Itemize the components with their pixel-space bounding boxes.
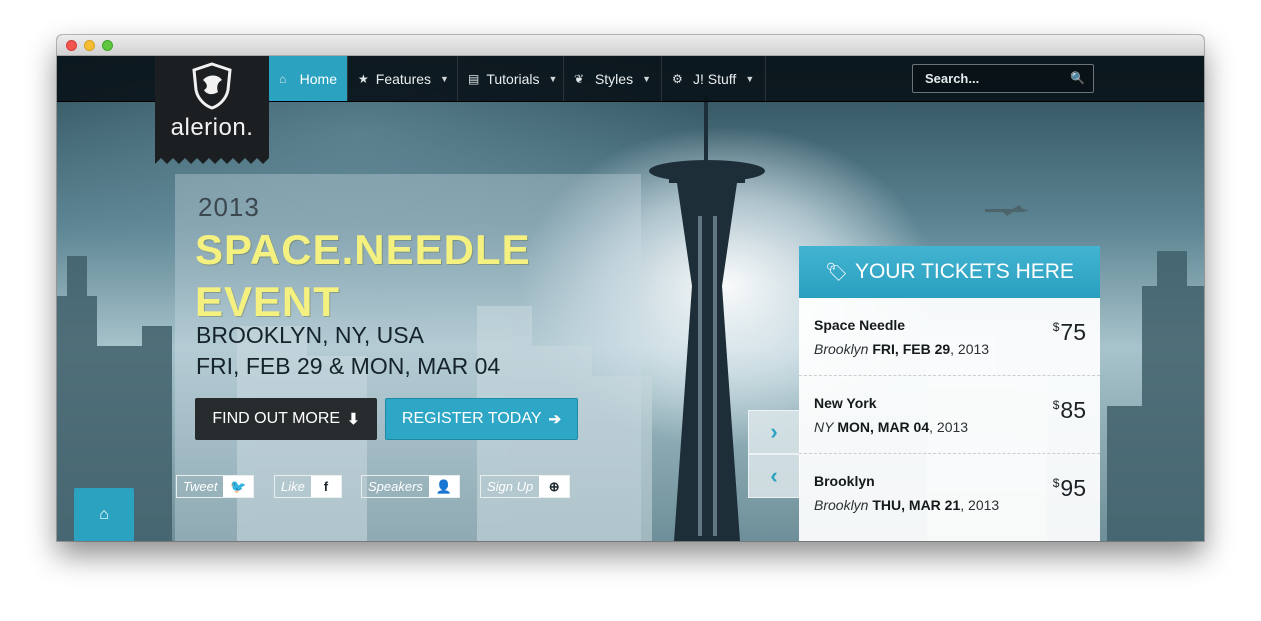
window-titlebar <box>57 35 1204 56</box>
ticket-when: Brooklyn FRI, FEB 29, 2013 <box>814 341 989 357</box>
tweet-button[interactable]: Tweet 🐦 <box>176 475 255 498</box>
slider-next-button[interactable]: › <box>748 410 800 454</box>
search-input[interactable]: Search... 🔍 <box>912 64 1094 93</box>
tickets-header: 🏷 YOUR TICKETS HERE <box>799 246 1100 298</box>
price-value: 95 <box>1060 475 1086 501</box>
ticket-year: , 2013 <box>950 341 990 357</box>
ticket-date: MON, MAR 04 <box>837 419 930 435</box>
leaf-icon: ❦ <box>574 71 585 86</box>
ticket-date: FRI, FEB 29 <box>872 341 951 357</box>
event-dates: FRI, FEB 29 & MON, MAR 04 <box>196 353 501 379</box>
logo-text: alerion. <box>170 114 254 141</box>
ticket-date: THU, MAR 21 <box>872 497 961 513</box>
event-location: BROOKLYN, NY, USA <box>196 322 424 348</box>
minimize-window-button[interactable] <box>84 40 95 51</box>
ticket-year: , 2013 <box>960 497 1000 513</box>
currency-symbol: $ <box>1052 398 1060 412</box>
zoom-window-button[interactable] <box>102 40 113 51</box>
ticket-city: Brooklyn <box>814 497 869 513</box>
user-icon: 👤 <box>428 476 459 497</box>
nav-item-label: Tutorials <box>486 70 540 87</box>
ticket-when: NY MON, MAR 04, 2013 <box>814 419 968 435</box>
nav-item-styles[interactable]: ❦ Styles ▼ <box>564 56 662 101</box>
ticket-city: Brooklyn <box>814 341 869 357</box>
tickets-title: YOUR TICKETS HERE <box>854 260 1074 283</box>
arrow-down-icon: ⬇ <box>347 411 360 428</box>
ticket-item[interactable]: New York NY MON, MAR 04, 2013 $85 <box>799 376 1100 454</box>
ticket-price: $95 <box>1053 475 1086 502</box>
ticket-year: , 2013 <box>929 419 969 435</box>
home-tab-button[interactable]: ⌂ <box>74 488 134 541</box>
nav-item-features[interactable]: ★ Features ▼ <box>348 56 458 101</box>
nav-item-label: Home <box>299 70 337 87</box>
chevron-down-icon: ▼ <box>440 73 449 84</box>
like-button[interactable]: Like f <box>274 475 342 498</box>
speakers-button[interactable]: Speakers 👤 <box>361 475 460 498</box>
browser-window: ⌂ Home ★ Features ▼ ▤ Tutorials ▼ ❦ Styl… <box>57 35 1204 541</box>
facebook-icon: f <box>310 476 341 497</box>
slider-prev-button[interactable]: ‹ <box>748 454 800 498</box>
tag-icon: 🏷 <box>825 261 848 282</box>
price-value: 75 <box>1060 319 1086 345</box>
home-icon: ⌂ <box>279 71 287 86</box>
currency-symbol: $ <box>1052 476 1060 490</box>
twitter-icon: 🐦 <box>223 476 254 497</box>
plus-circle-icon: ⊕ <box>539 476 570 497</box>
logo-ribbon-edge <box>155 156 269 164</box>
nav-item-label: Features <box>375 70 432 87</box>
ticket-item[interactable]: Space Needle Brooklyn FRI, FEB 29, 2013 … <box>799 298 1100 376</box>
ticket-price: $75 <box>1053 319 1086 346</box>
sign-up-button[interactable]: Sign Up ⊕ <box>480 475 571 498</box>
find-out-more-label: FIND OUT MORE <box>212 410 341 427</box>
nav-item-jstuff[interactable]: ⚙ J! Stuff ▼ <box>662 56 766 101</box>
site-logo[interactable]: alerion. <box>155 56 269 156</box>
chevron-right-icon: › <box>770 419 778 444</box>
event-year: 2013 <box>198 192 260 222</box>
ticket-city: NY <box>814 419 834 435</box>
event-location-dates: BROOKLYN, NY, USA FRI, FEB 29 & MON, MAR… <box>196 320 500 382</box>
social-label: Sign Up <box>487 479 534 494</box>
close-window-button[interactable] <box>66 40 77 51</box>
ticket-item[interactable]: Brooklyn Brooklyn THU, MAR 21, 2013 $95 <box>799 454 1100 532</box>
ticket-name: New York <box>814 395 877 411</box>
social-label: Tweet <box>183 479 218 494</box>
ticket-name: Space Needle <box>814 317 906 333</box>
star-icon: ★ <box>358 71 369 86</box>
shield-logo-icon <box>192 62 232 110</box>
nav-item-label: J! Stuff <box>693 70 737 87</box>
hero-banner: ⌂ Home ★ Features ▼ ▤ Tutorials ▼ ❦ Styl… <box>57 56 1204 541</box>
chevron-left-icon: ‹ <box>770 463 778 488</box>
find-out-more-button[interactable]: FIND OUT MORE ⬇ <box>195 398 377 440</box>
chevron-down-icon: ▼ <box>745 73 755 84</box>
social-label: Like <box>281 479 305 494</box>
cogs-icon: ⚙ <box>672 71 683 86</box>
home-icon: ⌂ <box>99 505 109 523</box>
register-today-button[interactable]: REGISTER TODAY ➔ <box>385 398 578 440</box>
chevron-down-icon: ▼ <box>642 73 651 84</box>
price-value: 85 <box>1060 397 1086 423</box>
register-today-label: REGISTER TODAY <box>401 410 542 427</box>
event-headline: SPACE.NEEDLE EVENT <box>195 224 595 328</box>
chevron-down-icon: ▼ <box>548 73 558 84</box>
ticket-when: Brooklyn THU, MAR 21, 2013 <box>814 497 999 513</box>
nav-item-tutorials[interactable]: ▤ Tutorials ▼ <box>458 56 564 101</box>
search-placeholder: Search... <box>925 71 980 86</box>
currency-symbol: $ <box>1052 320 1060 334</box>
tickets-panel: 🏷 YOUR TICKETS HERE Space Needle Brookly… <box>799 246 1100 541</box>
document-icon: ▤ <box>468 71 480 86</box>
social-label: Speakers <box>368 479 423 494</box>
nav-item-label: Styles <box>594 70 634 87</box>
search-icon[interactable]: 🔍 <box>1070 65 1085 92</box>
arrow-right-icon: ➔ <box>548 411 562 428</box>
headline-line-1: SPACE.NEEDLE <box>195 226 531 273</box>
ticket-price: $85 <box>1053 397 1086 424</box>
ticket-name: Brooklyn <box>814 473 875 489</box>
nav-item-home[interactable]: ⌂ Home <box>269 56 348 101</box>
